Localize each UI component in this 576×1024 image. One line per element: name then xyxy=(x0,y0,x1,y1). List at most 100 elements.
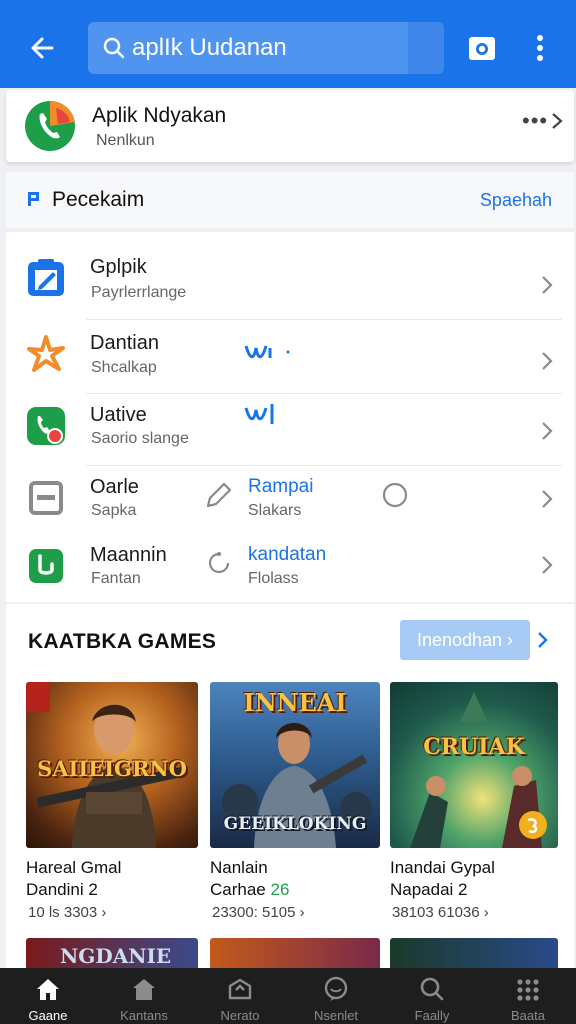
nav-chat[interactable]: Nsenlet xyxy=(288,968,384,1024)
game-cover-title: GEEIKLOKING xyxy=(223,814,367,834)
game-meta: 38103 61036 › xyxy=(392,904,489,921)
list-item-title: Uative xyxy=(90,404,147,426)
settings-list: Gplpik Payrlerrlange Dantian Shcalkap Ua… xyxy=(6,232,574,602)
chevron-right-icon[interactable] xyxy=(536,630,550,650)
list-item-dantian[interactable]: Dantian Shcalkap xyxy=(6,320,574,394)
radio-circle-icon[interactable] xyxy=(380,480,410,510)
chevron-right-icon xyxy=(542,276,553,294)
game-cover-title: CRUIAK xyxy=(423,734,525,760)
bottom-navigation: Gaane Kantans Nerato Nsenlet Faally Baat… xyxy=(0,968,576,1024)
app-subtitle: Nenlkun xyxy=(96,132,155,149)
list-item-subtitle: Sapka xyxy=(91,502,137,519)
list-item-second-subtitle: Flolass xyxy=(248,570,299,587)
game-card-peek[interactable] xyxy=(390,938,558,968)
section-see-all-link[interactable]: Spaehah xyxy=(480,190,552,211)
list-item-title: Dantian xyxy=(90,332,159,354)
search-side-segment xyxy=(408,22,444,74)
game-meta: 10 ls 3303 › xyxy=(28,904,107,921)
app-name: Aplik Ndyakan xyxy=(92,104,227,127)
home-icon xyxy=(37,979,59,1000)
game-card-peek[interactable]: NGDANIE xyxy=(26,938,198,968)
game-cover-title: NGDANIE xyxy=(60,944,172,968)
more-dots: ••• xyxy=(522,108,549,133)
chevron-right-icon xyxy=(542,556,553,574)
nav-label: Faally xyxy=(414,1008,450,1023)
badge-icon xyxy=(519,811,547,839)
game-name-line2: Dandini 2 xyxy=(26,880,98,899)
refresh-icon xyxy=(208,552,230,574)
games-more-button[interactable]: Inenodhan › xyxy=(400,620,530,660)
game-name-line1: Inandai Gypal xyxy=(390,858,495,877)
download-app-icon xyxy=(29,549,63,583)
phone-badge-icon xyxy=(27,407,65,445)
grid-icon xyxy=(517,979,539,1001)
phone-app-icon xyxy=(25,100,75,151)
list-item-second-subtitle: Slakars xyxy=(248,502,302,519)
section-header: Pecekaim Spaehah xyxy=(6,172,574,228)
list-item-title: Maannin xyxy=(90,544,167,566)
nav-label: Kantans xyxy=(120,1008,168,1023)
nav-more[interactable]: Baata xyxy=(480,968,576,1024)
edit-icon xyxy=(28,259,64,296)
game-cover-art: SAIIEIGRNO xyxy=(26,682,198,848)
nav-label: Gaane xyxy=(28,1008,68,1023)
game-name-accent: 26 xyxy=(270,880,290,899)
list-item-second-title: kandatan xyxy=(248,544,327,565)
store-icon xyxy=(133,979,155,1000)
nav-label: Nsenlet xyxy=(313,1008,359,1023)
search-icon xyxy=(420,977,444,1001)
back-button[interactable] xyxy=(22,28,66,68)
pencil-icon xyxy=(206,482,232,508)
chevron-right-icon xyxy=(552,113,563,129)
game-name-line1: Hareal Gmal xyxy=(26,858,122,877)
chevron-right-icon xyxy=(542,352,553,370)
section-title: Pecekaim xyxy=(52,188,145,211)
more-vertical-icon xyxy=(537,35,543,61)
nav-apps[interactable]: Nerato xyxy=(192,968,288,1024)
window-icon xyxy=(29,481,63,515)
glyph-icon xyxy=(244,345,290,359)
list-item-maannin[interactable]: Maannin Fantan kandatan Flolass xyxy=(6,534,574,602)
camera-button[interactable] xyxy=(466,32,498,64)
nav-label: Baata xyxy=(511,1008,545,1023)
game-meta: 23300: 5105 › xyxy=(212,904,305,921)
games-section: KAATBKA GAMES Inenodhan › SAIIEIGRNO Har… xyxy=(6,604,574,974)
game-card[interactable]: CRUIAK Inandai Gypal Napadai 2 38103 610… xyxy=(390,682,558,921)
game-card[interactable]: INNEAI GEEIKLOKING Nanlain Carhae 26 233… xyxy=(210,682,380,921)
nav-search[interactable]: Faally xyxy=(384,968,480,1024)
games-section-title: KAATBKA GAMES xyxy=(28,630,217,653)
search-field[interactable]: aplIk Uudanan xyxy=(88,22,444,74)
nav-store[interactable]: Kantans xyxy=(96,968,192,1024)
game-cover-art: INNEAI GEEIKLOKING xyxy=(210,682,380,848)
list-item-title: Oarle xyxy=(90,476,139,498)
list-item-gplpik[interactable]: Gplpik Payrlerrlange xyxy=(6,232,574,320)
flag-icon xyxy=(28,192,39,206)
game-cover-art: CRUIAK xyxy=(390,682,558,848)
chevron-right-icon xyxy=(542,490,553,508)
game-name-line2-text: Carhae xyxy=(210,880,266,899)
game-card-peek[interactable] xyxy=(210,938,380,968)
chat-icon xyxy=(324,976,348,1001)
featured-app-card[interactable]: Aplik Ndyakan Nenlkun ••• xyxy=(6,90,574,162)
glyph-icon xyxy=(244,404,274,424)
app-more-button[interactable]: ••• xyxy=(522,108,564,134)
apps-icon xyxy=(228,978,252,1000)
top-app-bar: aplIk Uudanan xyxy=(0,0,576,88)
chevron-right-icon xyxy=(542,422,553,440)
list-item-uative[interactable]: Uative Saorio slange xyxy=(6,394,574,466)
list-item-subtitle: Fantan xyxy=(91,570,141,587)
more-options-button[interactable] xyxy=(524,30,556,66)
nav-home[interactable]: Gaane xyxy=(0,968,96,1024)
list-item-second-title: Rampai xyxy=(248,476,314,497)
game-card[interactable]: SAIIEIGRNO Hareal Gmal Dandini 2 10 ls 3… xyxy=(26,682,198,921)
list-item-title: Gplpik xyxy=(90,256,147,278)
list-item-subtitle: Shcalkap xyxy=(91,359,157,376)
game-cover-title-top: INNEAI xyxy=(243,688,347,717)
game-cover-title: SAIIEIGRNO xyxy=(37,756,187,781)
list-item-oarle[interactable]: Oarle Sapka Rampai Slakars xyxy=(6,466,574,534)
game-name-line1: Nanlain xyxy=(210,858,268,877)
search-query-text: aplIk Uudanan xyxy=(132,34,287,61)
search-icon xyxy=(103,37,125,59)
game-name-line2: Carhae 26 xyxy=(210,880,289,900)
nav-label: Nerato xyxy=(220,1008,260,1023)
